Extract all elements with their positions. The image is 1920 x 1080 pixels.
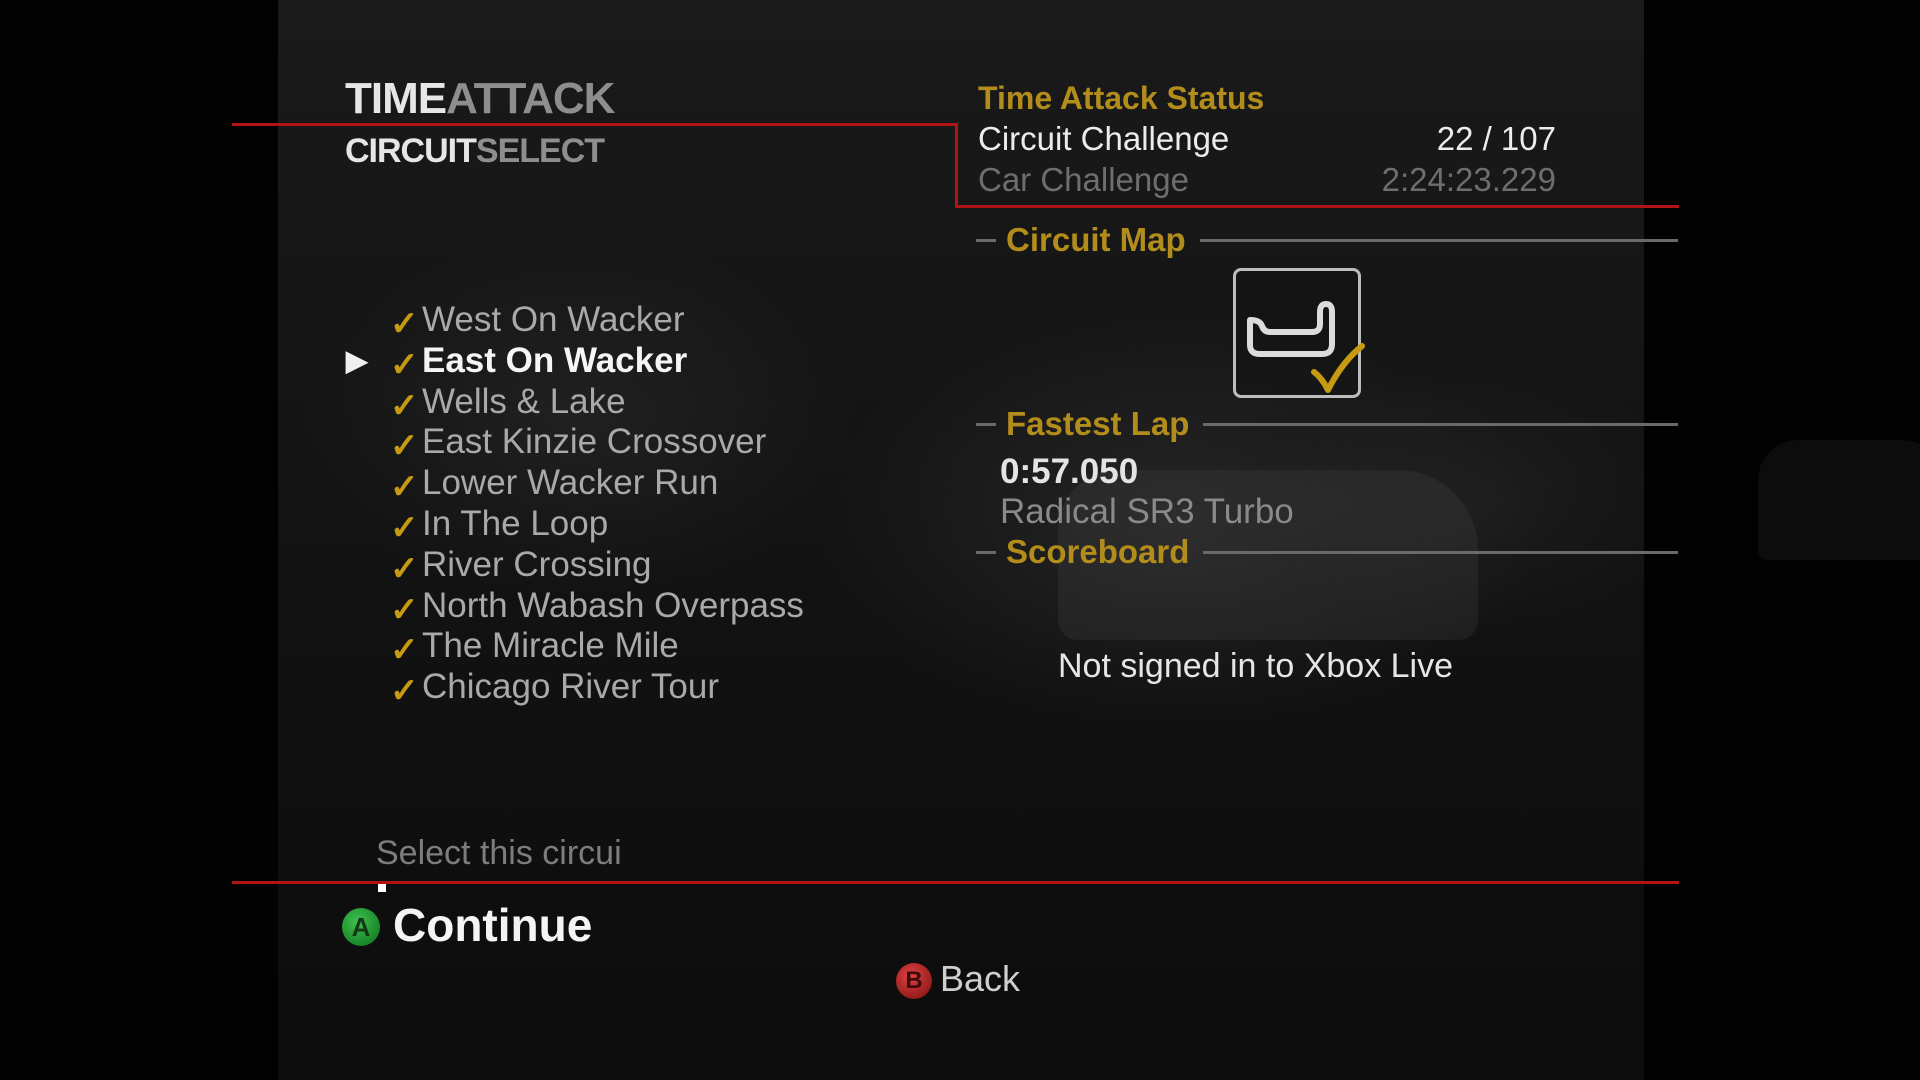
circuit-map-header: Circuit Map bbox=[976, 218, 1678, 262]
scoreboard-header: Scoreboard bbox=[976, 530, 1678, 574]
b-button-icon[interactable]: B bbox=[896, 963, 932, 999]
circuit-item[interactable]: ✓ In The Loop bbox=[340, 503, 804, 547]
fastest-lap-car: Radical SR3 Turbo bbox=[1000, 492, 1294, 531]
circuit-name: The Miracle Mile bbox=[422, 626, 679, 666]
checkmark-icon: ✓ bbox=[390, 468, 419, 507]
fastest-lap-time: 0:57.050 bbox=[1000, 452, 1139, 491]
left-pillarbox bbox=[0, 0, 278, 1080]
header-divider bbox=[232, 123, 958, 126]
page-title: TIMEATTACK bbox=[345, 74, 615, 123]
circuit-name: East Kinzie Crossover bbox=[422, 422, 767, 462]
circuit-item[interactable]: ✓ The Miracle Mile bbox=[340, 626, 804, 669]
status-title: Time Attack Status bbox=[978, 80, 1265, 116]
circuit-item[interactable]: ✓ North Wabash Overpass bbox=[340, 585, 804, 629]
checkmark-icon: ✓ bbox=[390, 508, 419, 547]
checkmark-icon: ✓ bbox=[390, 305, 419, 343]
circuit-list: ✓ West On Wacker ▶ ✓ East On Wacker ✓ Wells & … bbox=[340, 300, 804, 710]
circuit-name: In The Loop bbox=[422, 503, 609, 543]
car-challenge-row: Car Challenge 2:24:23.229 bbox=[978, 161, 1556, 198]
checkmark-icon: ✓ bbox=[390, 631, 419, 670]
footer-divider bbox=[232, 881, 1679, 884]
circuit-item[interactable]: ✓ Wells & Lake bbox=[340, 381, 804, 425]
circuit-name: North Wabash Overpass bbox=[422, 585, 804, 625]
checkmark-icon: ✓ bbox=[390, 672, 419, 711]
circuit-item[interactable]: ✓ West On Wacker bbox=[340, 300, 804, 343]
continue-button[interactable]: Continue bbox=[393, 898, 592, 952]
background-car-2 bbox=[1758, 440, 1920, 560]
fastest-lap-header: Fastest Lap bbox=[976, 402, 1678, 446]
circuit-name: Chicago River Tour bbox=[422, 667, 719, 707]
back-button[interactable]: Back bbox=[940, 958, 1020, 1000]
circuit-item[interactable]: ✓ Chicago River Tour bbox=[340, 667, 804, 710]
checkmark-icon: ✓ bbox=[390, 549, 419, 588]
checkmark-icon: ✓ bbox=[390, 345, 419, 384]
selection-cursor-icon: ▶ bbox=[346, 344, 368, 376]
circuit-name: Wells & Lake bbox=[422, 381, 626, 421]
page-subtitle: CIRCUITSELECT bbox=[345, 132, 605, 170]
circuit-name: West On Wacker bbox=[422, 300, 685, 339]
checkmark-icon: ✓ bbox=[390, 427, 419, 466]
circuit-name: East On Wacker bbox=[422, 340, 688, 380]
checkmark-icon: ✓ bbox=[390, 590, 419, 629]
a-button-icon[interactable]: A bbox=[342, 908, 380, 946]
status-border-left bbox=[955, 123, 958, 207]
circuit-item[interactable]: ✓ Lower Wacker Run bbox=[340, 463, 804, 506]
circuit-item[interactable]: ✓ River Crossing bbox=[340, 544, 804, 588]
scoreboard-message: Not signed in to Xbox Live bbox=[1058, 647, 1454, 685]
checkmark-icon bbox=[1311, 343, 1365, 393]
circuit-name: Lower Wacker Run bbox=[422, 463, 719, 503]
circuit-challenge-row: Circuit Challenge 22 / 107 bbox=[978, 120, 1556, 157]
screen: TIMEATTACK CIRCUITSELECT Time Attack Sta… bbox=[0, 0, 1920, 1080]
checkmark-icon: ✓ bbox=[390, 386, 419, 425]
circuit-item[interactable]: ✓ East Kinzie Crossover bbox=[340, 422, 804, 465]
hint-text: Select this circui bbox=[376, 834, 622, 872]
circuit-item[interactable]: ▶ ✓ East On Wacker bbox=[340, 340, 804, 384]
circuit-name: River Crossing bbox=[422, 544, 652, 584]
status-border-bottom bbox=[955, 205, 1679, 208]
